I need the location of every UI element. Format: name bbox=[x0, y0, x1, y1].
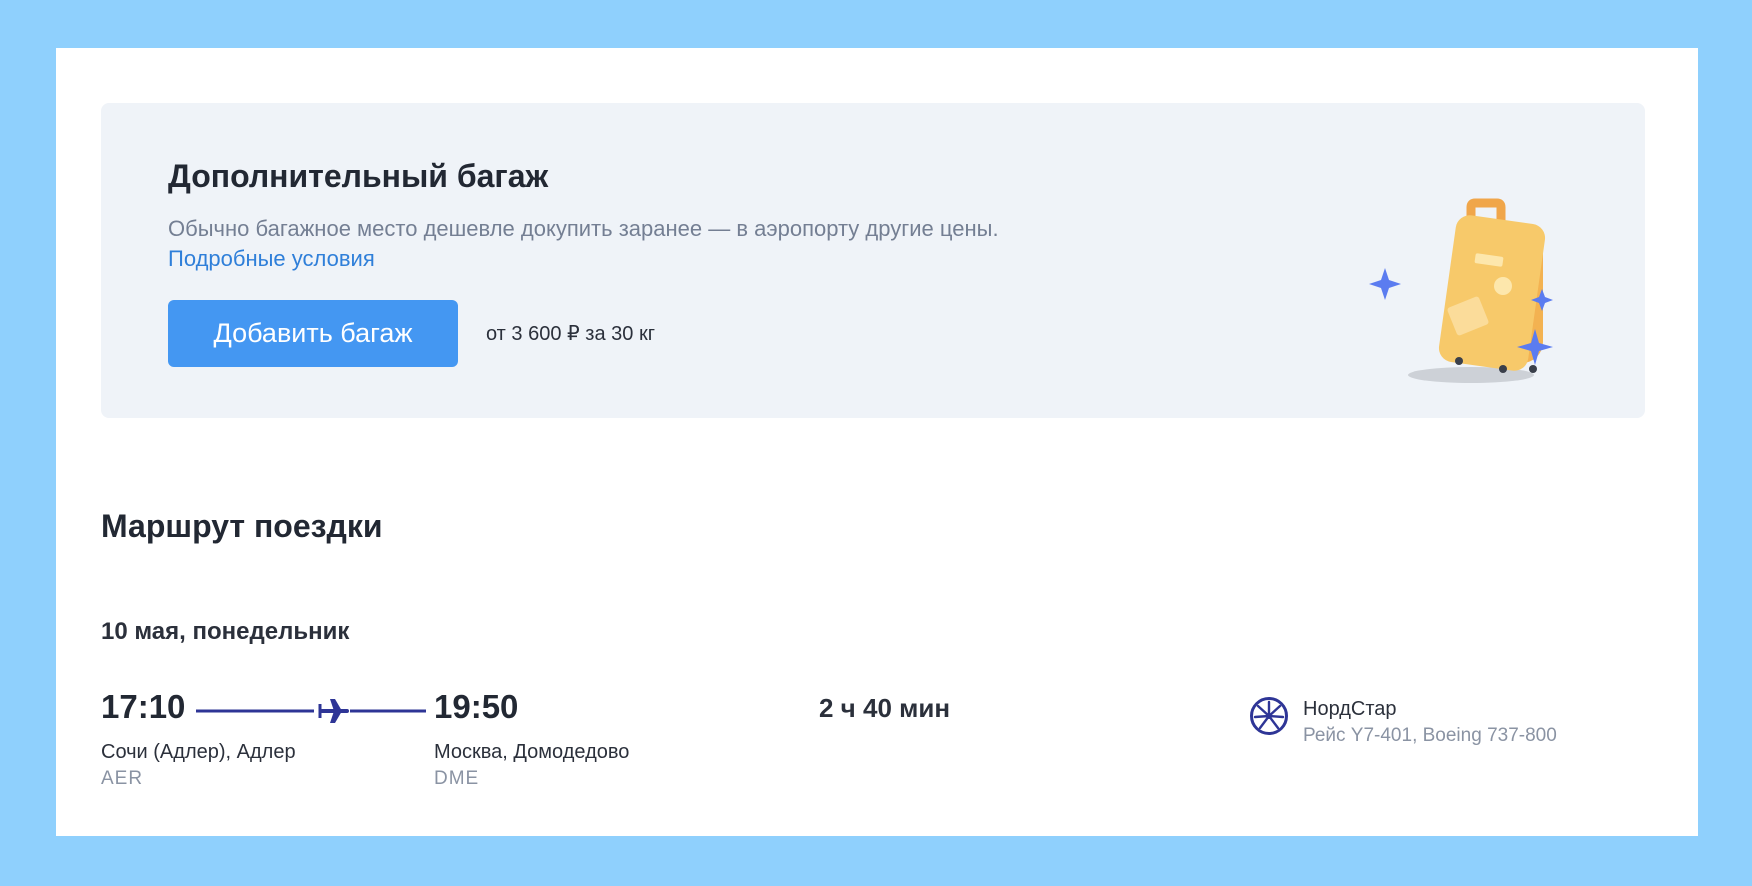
baggage-title: Дополнительный багаж bbox=[168, 158, 549, 194]
baggage-price: от 3 600 ₽ за 30 кг bbox=[486, 323, 655, 345]
extra-baggage-panel: Дополнительный багаж Обычно багажное мес… bbox=[101, 103, 1645, 418]
suitcase-wheel-2 bbox=[1499, 365, 1507, 373]
suitcase-icon bbox=[1369, 198, 1553, 383]
airline-logo-icon bbox=[1250, 697, 1288, 735]
flight-duration: 2 ч 40 мин bbox=[819, 693, 951, 723]
route-line bbox=[196, 699, 426, 723]
suitcase-wheel-3 bbox=[1529, 365, 1537, 373]
add-baggage-button[interactable]: Добавить багаж bbox=[168, 300, 458, 367]
baggage-description: Обычно багажное место дешевле докупить з… bbox=[168, 216, 999, 241]
departure-time: 17:10 bbox=[101, 688, 186, 725]
airline-name: НордСтар bbox=[1303, 698, 1397, 720]
suitcase-wheel-1 bbox=[1455, 357, 1463, 365]
baggage-conditions-link[interactable]: Подробные условия bbox=[168, 246, 375, 272]
departure-city: Сочи (Адлер), Адлер bbox=[101, 741, 296, 763]
sparkle-icon bbox=[1369, 268, 1401, 300]
flight-number-aircraft: Рейс Y7-401, Boeing 737-800 bbox=[1303, 725, 1557, 746]
arrival-airport-code: DME bbox=[434, 768, 480, 789]
flight-date: 10 мая, понедельник bbox=[101, 618, 350, 645]
departure-airport-code: AER bbox=[101, 768, 144, 789]
route-section-title: Маршрут поездки bbox=[101, 508, 383, 544]
arrival-city: Москва, Домодедово bbox=[434, 741, 630, 763]
suitcase-sticker-2 bbox=[1494, 277, 1512, 295]
plane-icon bbox=[318, 699, 349, 723]
content-card: Дополнительный багаж Обычно багажное мес… bbox=[56, 48, 1698, 836]
arrival-time: 19:50 bbox=[434, 688, 519, 725]
